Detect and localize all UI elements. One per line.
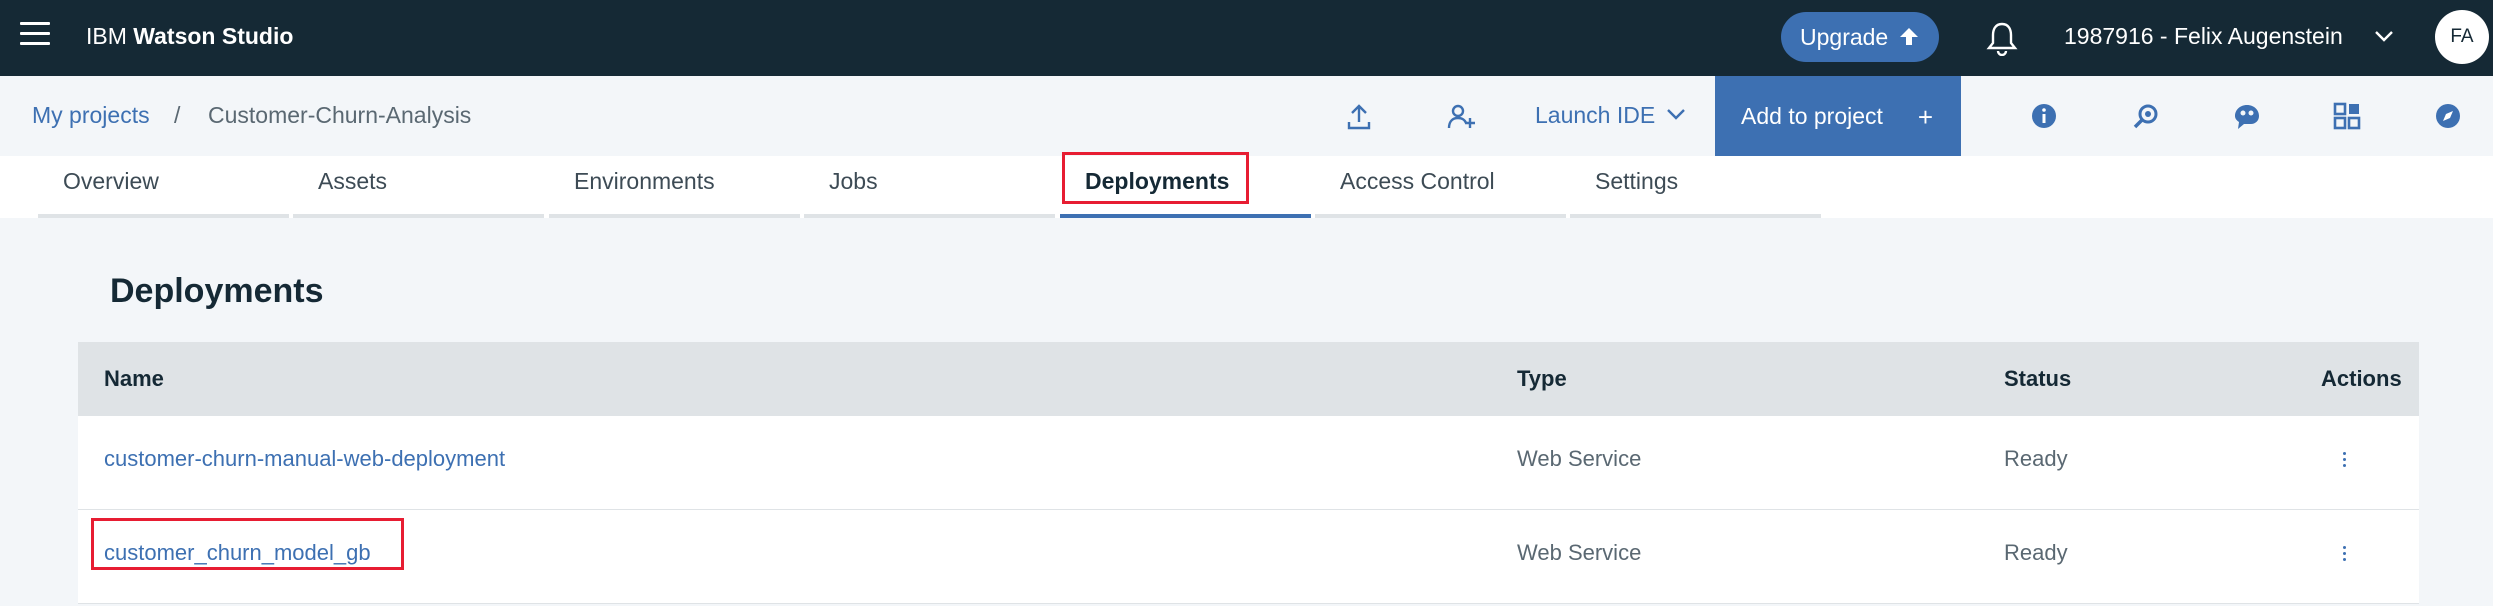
tab-label: Assets: [318, 168, 388, 194]
highlight-box: [1062, 152, 1249, 204]
search-tool-icon[interactable]: [2131, 102, 2161, 132]
add-to-project-label: Add to project: [1741, 102, 1883, 129]
page-title: Deployments: [110, 272, 324, 310]
compass-icon[interactable]: [2434, 102, 2462, 130]
column-header-name[interactable]: Name: [104, 366, 164, 392]
tab-deployments[interactable]: Deployments: [1060, 152, 1311, 218]
tab-label: Environments: [574, 168, 715, 194]
tab-access-control[interactable]: Access Control: [1315, 156, 1566, 218]
add-to-project-button[interactable]: Add to project +: [1715, 76, 1961, 156]
column-header-actions: Actions: [2321, 366, 2402, 391]
project-tabs: Overview Assets Environments Jobs Deploy…: [0, 152, 2493, 218]
avatar[interactable]: FA: [2435, 10, 2489, 64]
deployment-status: Ready: [2004, 540, 2068, 565]
upgrade-button[interactable]: Upgrade: [1781, 12, 1939, 62]
tab-settings[interactable]: Settings: [1570, 156, 1821, 218]
tab-label: Access Control: [1340, 168, 1495, 194]
overflow-menu-icon[interactable]: [2342, 546, 2348, 564]
breadcrumb-current-project: Customer-Churn-Analysis: [208, 102, 472, 128]
table-row: customer-churn-manual-web-deployment Web…: [78, 416, 2419, 510]
brand-logo[interactable]: IBM Watson Studio: [86, 23, 293, 50]
tab-label: Jobs: [829, 168, 878, 194]
tab-assets[interactable]: Assets: [293, 156, 544, 218]
hamburger-menu-icon[interactable]: [20, 22, 50, 52]
deployment-name-link[interactable]: customer-churn-manual-web-deployment: [104, 446, 505, 472]
tab-environments[interactable]: Environments: [549, 156, 800, 218]
tab-label: Settings: [1595, 168, 1679, 194]
project-bar: My projects / Customer-Churn-Analysis La…: [0, 76, 2493, 156]
upload-arrow-icon: [1900, 28, 1918, 45]
deployment-status: Ready: [2004, 446, 2068, 471]
palette-icon[interactable]: [2232, 102, 2262, 132]
apps-grid-icon[interactable]: [2333, 102, 2361, 130]
tab-label: Overview: [63, 168, 159, 194]
top-header: IBM Watson Studio Upgrade 1987916 - Feli…: [0, 0, 2493, 76]
deployment-name-link[interactable]: customer_churn_model_gb: [104, 540, 371, 566]
chevron-down-icon[interactable]: [2374, 30, 2394, 44]
launch-ide-button[interactable]: Launch IDE: [1535, 102, 1655, 129]
chevron-down-icon[interactable]: [1666, 108, 1686, 122]
breadcrumb-separator: /: [174, 102, 181, 128]
bell-icon[interactable]: [1985, 20, 2019, 56]
table-header: Name Type Status Actions: [78, 342, 2419, 416]
deployments-table: Name Type Status Actions customer-churn-…: [78, 342, 2419, 604]
account-switcher[interactable]: 1987916 - Felix Augenstein: [2064, 23, 2343, 50]
breadcrumb-my-projects[interactable]: My projects: [32, 102, 150, 129]
column-header-status[interactable]: Status: [2004, 366, 2071, 392]
table-row: customer_churn_model_gb Web Service Read…: [78, 510, 2419, 604]
tab-jobs[interactable]: Jobs: [804, 156, 1055, 218]
column-header-type[interactable]: Type: [1517, 366, 1567, 392]
plus-icon: +: [1917, 102, 1933, 132]
tab-overview[interactable]: Overview: [38, 156, 289, 218]
deployment-type: Web Service: [1517, 446, 1642, 471]
info-icon[interactable]: [2030, 102, 2058, 130]
upload-icon[interactable]: [1345, 102, 1373, 132]
add-collaborator-icon[interactable]: [1446, 102, 1476, 132]
brand-prefix: IBM: [86, 23, 127, 49]
upgrade-label: Upgrade: [1800, 23, 1889, 50]
overflow-menu-icon[interactable]: [2342, 452, 2348, 470]
brand-name: Watson Studio: [133, 23, 294, 49]
deployment-type: Web Service: [1517, 540, 1642, 565]
